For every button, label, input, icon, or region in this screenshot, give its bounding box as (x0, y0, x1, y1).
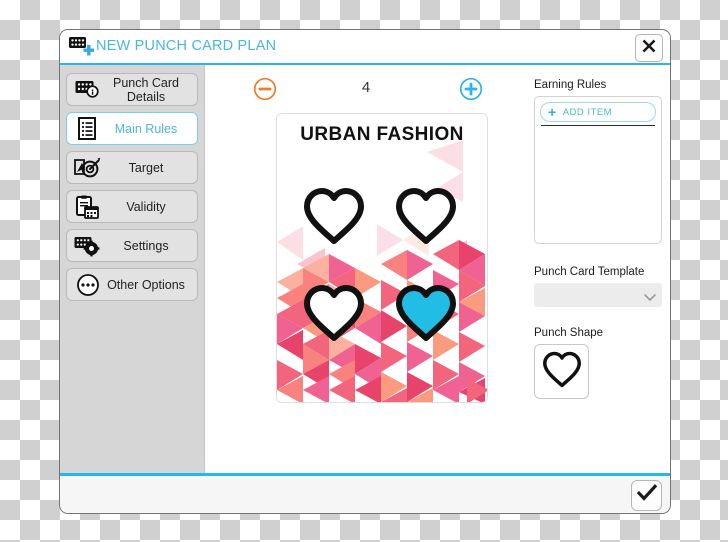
punch-card-info-icon (73, 78, 103, 102)
add-item-label: ADD ITEM (562, 106, 613, 118)
punch-shape-label: Punch Shape (534, 327, 604, 339)
sidebar-item-label: Other Options (107, 277, 185, 292)
punch-shape-selector[interactable] (534, 344, 589, 399)
clipboard-calendar-icon (73, 195, 103, 219)
target-dart-icon (73, 156, 103, 180)
list-document-icon (73, 116, 103, 141)
punch-slot-4-filled (395, 284, 457, 342)
sidebar-item-validity[interactable]: Validity (66, 190, 198, 223)
sidebar-item-label: Punch Card Details (112, 75, 179, 104)
punch-card-artwork[interactable]: URBAN FASHION (276, 113, 488, 403)
plus-icon: + (548, 104, 557, 120)
card-brand-name: URBAN FASHION (300, 124, 464, 145)
confirm-button[interactable] (631, 480, 662, 511)
punch-card-preview-panel: 4 URBAN FASHION (206, 65, 526, 473)
punch-card-template-select[interactable] (534, 283, 662, 307)
sidebar-item-settings[interactable]: Settings (66, 229, 198, 262)
chevron-down-icon (644, 290, 656, 302)
punch-slot-3-empty (303, 284, 365, 342)
punch-card-plus-icon (68, 35, 95, 59)
sidebar: Punch Card Details Main Rules Target Val… (60, 65, 205, 473)
sidebar-item-other-options[interactable]: Other Options (66, 268, 198, 301)
sidebar-item-label: Settings (123, 238, 169, 253)
ellipsis-circle-icon (73, 273, 103, 297)
punch-card-gear-icon (73, 234, 103, 258)
rules-settings-panel: Earning Rules + ADD ITEM Punch Card Temp… (526, 65, 670, 473)
new-punch-card-plan-window: NEW PUNCH CARD PLAN Punch Card Details M… (59, 29, 671, 514)
sidebar-item-punch-card-details[interactable]: Punch Card Details (66, 73, 198, 106)
add-item-button[interactable]: + ADD ITEM (540, 102, 656, 122)
sidebar-item-main-rules[interactable]: Main Rules (66, 112, 198, 145)
page-title: NEW PUNCH CARD PLAN (96, 38, 277, 54)
close-button[interactable] (635, 34, 663, 62)
punch-slot-2-empty (395, 187, 457, 245)
checkmark-icon (636, 484, 657, 507)
punch-slot-1-empty (303, 187, 365, 245)
sidebar-item-label: Target (128, 160, 164, 175)
punch-count-stepper: 4 (206, 77, 526, 107)
sidebar-item-label: Validity (126, 199, 166, 214)
triangle-mosaic-background (277, 114, 487, 402)
heart-outline-icon (542, 351, 582, 393)
window-footer (60, 476, 670, 513)
close-x-icon (641, 38, 657, 59)
rules-divider (541, 125, 655, 126)
earning-rules-list: + ADD ITEM (534, 96, 662, 244)
earning-rules-label: Earning Rules (534, 79, 607, 91)
sidebar-item-label: Main Rules (114, 121, 178, 136)
increase-punch-count-button[interactable] (459, 77, 483, 101)
sidebar-item-target[interactable]: Target (66, 151, 198, 184)
punch-card-template-label: Punch Card Template (534, 266, 645, 278)
window-titlebar: NEW PUNCH CARD PLAN (60, 30, 670, 65)
